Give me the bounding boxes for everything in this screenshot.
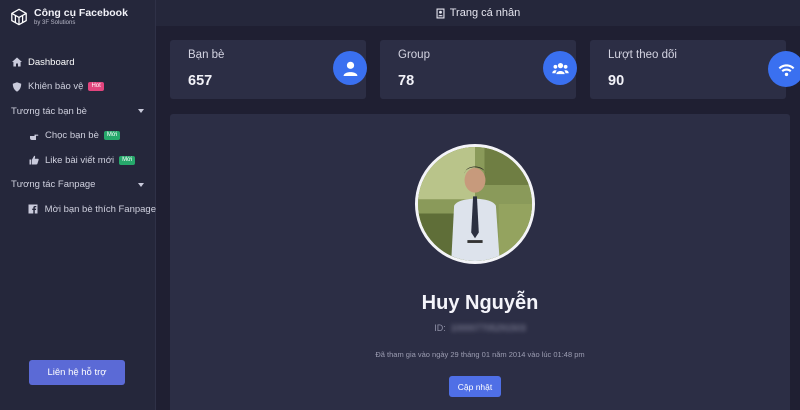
update-button[interactable]: Cập nhật: [449, 376, 501, 397]
new-badge: Mới: [119, 155, 136, 165]
sidebar-item-label: Like bài viết mới: [45, 154, 115, 166]
stat-value: 657: [188, 73, 213, 89]
facebook-icon: [28, 204, 39, 215]
profile-name: Huy Nguyễn: [421, 292, 539, 314]
brand-subtitle: by 3F Solutions: [34, 20, 76, 26]
stat-card-followers: Lượt theo dõi 90: [590, 40, 800, 99]
support-button[interactable]: Liên hệ hỗ trợ: [29, 360, 125, 385]
stat-label: Lượt theo dõi: [608, 49, 677, 61]
brand[interactable]: Công cụ Facebook by 3F Solutions: [10, 7, 128, 27]
sidebar-group-label: Tương tác Fanpage: [11, 179, 96, 191]
poke-icon: [28, 130, 39, 141]
hot-badge: Hot: [88, 82, 104, 92]
user-icon: [333, 51, 367, 85]
topbar: Trang cá nhân: [156, 0, 800, 26]
profile-id-label: ID:: [434, 323, 446, 333]
sidebar-item-like[interactable]: Like bài viết mới Mới: [0, 148, 156, 173]
sidebar-item-label: Dashboard: [28, 56, 75, 68]
caret-down-icon: [138, 182, 144, 187]
stat-label: Bạn bè: [188, 49, 225, 61]
stat-card-friends: Bạn bè 657: [170, 40, 367, 99]
sidebar-group-friends[interactable]: Tương tác bạn bè: [0, 99, 156, 124]
new-badge: Mới: [103, 131, 121, 141]
thumbs-up-icon: [28, 155, 39, 166]
stat-value: 90: [608, 73, 625, 89]
id-badge-icon: [436, 8, 445, 18]
cube-logo-icon: [11, 8, 27, 26]
profile-id-value: 100007705291503: [450, 323, 526, 333]
sidebar-item-label: Khiên bảo vệ: [28, 81, 84, 93]
profile-joined-date: Đã tham gia vào ngày 29 tháng 01 năm 201…: [375, 350, 585, 359]
avatar: [415, 144, 535, 264]
sidebar-item-dashboard[interactable]: Dashboard: [0, 50, 156, 75]
users-icon: [543, 51, 577, 85]
wifi-icon: [768, 51, 800, 87]
stat-label: Group: [398, 49, 430, 61]
stat-value: 78: [398, 73, 415, 89]
sidebar-group-fanpage[interactable]: Tương tác Fanpage: [0, 173, 156, 198]
sidebar-item-invite-fanpage[interactable]: Mời bạn bè thích Fanpage: [0, 197, 156, 222]
stat-card-group: Group 78: [380, 40, 577, 99]
sidebar-nav: Dashboard Khiên bảo vệ Hot Tương tác bạn…: [0, 50, 156, 222]
caret-down-icon: [138, 109, 144, 113]
profile-panel: Huy Nguyễn ID: 100007705291503 Đã tham gi…: [170, 114, 790, 410]
sidebar-item-poke[interactable]: Chọc bạn bè Mới: [0, 124, 156, 149]
home-icon: [11, 57, 22, 68]
sidebar-item-shield[interactable]: Khiên bảo vệ Hot: [0, 75, 156, 100]
sidebar: Công cụ Facebook by 3F Solutions Dashboa…: [0, 0, 156, 410]
shield-icon: [11, 81, 22, 92]
profile-id: ID: 100007705291503: [170, 323, 790, 333]
sidebar-group-label: Tương tác bạn bè: [11, 105, 87, 117]
brand-title: Công cụ Facebook: [34, 7, 128, 19]
sidebar-item-label: Chọc bạn bè: [45, 130, 99, 142]
page-title: Trang cá nhân: [436, 7, 521, 19]
page-title-text: Trang cá nhân: [449, 7, 521, 19]
sidebar-item-label: Mời bạn bè thích Fanpage: [44, 203, 156, 215]
